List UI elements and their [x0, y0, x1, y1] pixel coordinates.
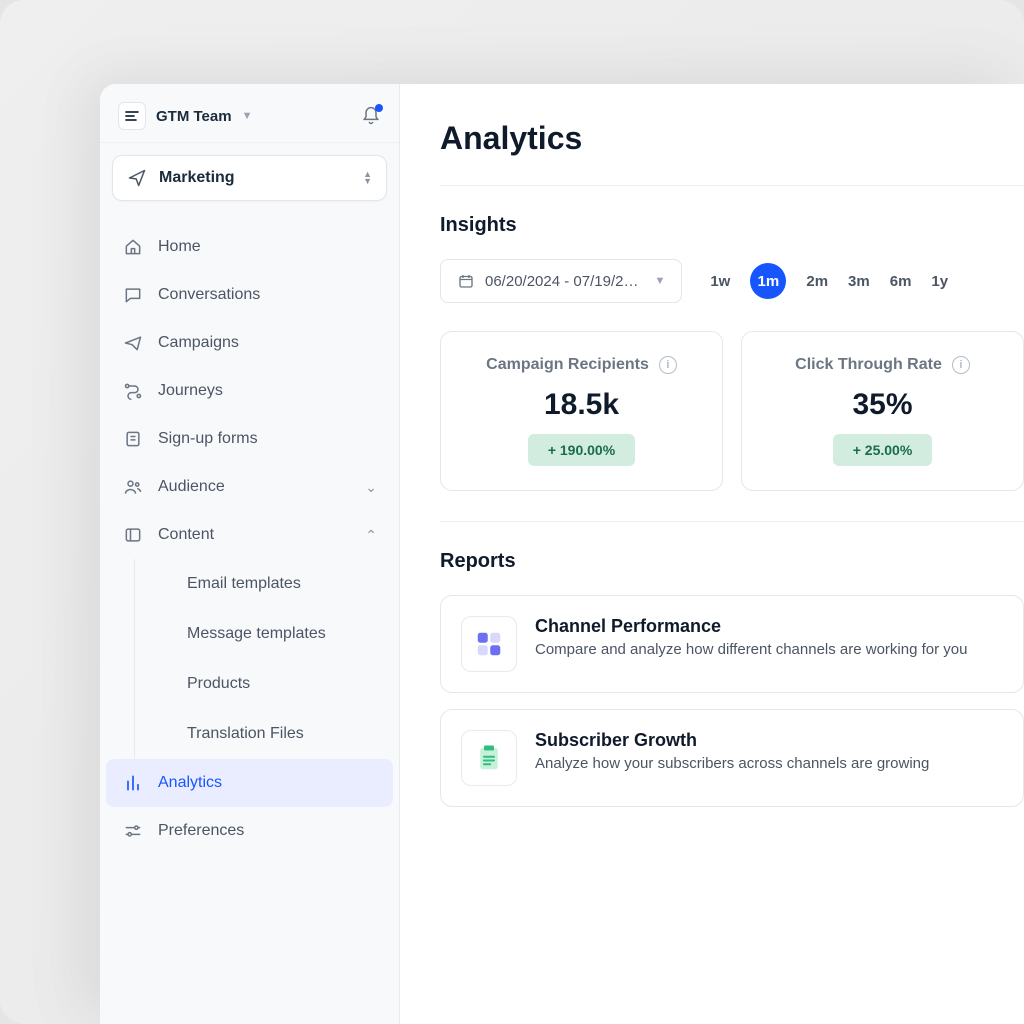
form-icon — [122, 429, 144, 449]
sidebar-item-preferences[interactable]: Preferences — [106, 807, 393, 855]
chevron-up-icon: ⌃ — [365, 527, 377, 544]
reports-heading: Reports — [440, 550, 1024, 573]
nav-label: Campaigns — [158, 334, 239, 352]
nav-label: Preferences — [158, 822, 244, 840]
card-value: 18.5k — [461, 388, 702, 422]
content-icon — [122, 525, 144, 545]
insight-cards: Campaign Recipients i 18.5k + 190.00% Cl… — [440, 331, 1024, 491]
nav-label: Content — [158, 526, 214, 544]
nav-label: Conversations — [158, 286, 260, 304]
sidebar: GTM Team ▼ Marketing ▲▼ Home Conversatio… — [100, 84, 400, 1024]
report-desc: Analyze how your subscribers across chan… — [535, 755, 1003, 772]
card-click-through-rate[interactable]: Click Through Rate i 35% + 25.00% — [741, 331, 1024, 491]
nav-label: Sign-up forms — [158, 430, 258, 448]
sidebar-subitem-email-templates[interactable]: Email templates — [175, 559, 393, 609]
card-campaign-recipients[interactable]: Campaign Recipients i 18.5k + 190.00% — [440, 331, 723, 491]
team-switcher[interactable]: GTM Team ▼ — [118, 102, 252, 130]
range-1m[interactable]: 1m — [750, 263, 786, 299]
range-1w[interactable]: 1w — [710, 273, 730, 290]
chevron-up-down-icon: ▲▼ — [363, 171, 372, 185]
chat-icon — [122, 285, 144, 305]
paper-plane-icon — [127, 168, 147, 188]
sidebar-item-conversations[interactable]: Conversations — [106, 271, 393, 319]
main-content: Analytics Insights 06/20/2024 - 07/19/2…… — [400, 84, 1024, 1024]
report-title: Channel Performance — [535, 616, 1003, 637]
range-selector: 1w 1m 2m 3m 6m 1y — [710, 263, 948, 299]
card-title: Campaign Recipients — [486, 356, 649, 374]
journey-icon — [122, 381, 144, 401]
nav-label: Home — [158, 238, 201, 256]
app-window: GTM Team ▼ Marketing ▲▼ Home Conversatio… — [100, 84, 1024, 1024]
workspace-selector[interactable]: Marketing ▲▼ — [112, 155, 387, 201]
sidebar-item-signup-forms[interactable]: Sign-up forms — [106, 415, 393, 463]
date-range-picker[interactable]: 06/20/2024 - 07/19/2… ▼ — [440, 259, 682, 303]
home-icon — [122, 237, 144, 257]
report-subscriber-growth[interactable]: Subscriber Growth Analyze how your subsc… — [440, 709, 1024, 807]
sidebar-item-home[interactable]: Home — [106, 223, 393, 271]
report-channel-performance[interactable]: Channel Performance Compare and analyze … — [440, 595, 1024, 693]
sidebar-item-campaigns[interactable]: Campaigns — [106, 319, 393, 367]
sidebar-header: GTM Team ▼ — [100, 84, 399, 143]
nav-label: Journeys — [158, 382, 223, 400]
range-3m[interactable]: 3m — [848, 273, 870, 290]
notification-dot — [375, 104, 383, 112]
page-title: Analytics — [440, 120, 1024, 157]
nav-label: Audience — [158, 478, 225, 496]
notifications-button[interactable] — [361, 106, 381, 126]
content-submenu: Email templates Message templates Produc… — [134, 559, 393, 759]
workspace-label: Marketing — [159, 169, 235, 187]
sidebar-item-audience[interactable]: Audience ⌄ — [106, 463, 393, 511]
caret-down-icon: ▼ — [242, 110, 253, 122]
users-icon — [122, 477, 144, 497]
caret-down-icon: ▼ — [654, 275, 665, 287]
range-2m[interactable]: 2m — [806, 273, 828, 290]
team-name: GTM Team — [156, 108, 232, 125]
info-icon[interactable]: i — [952, 356, 970, 374]
sidebar-subitem-products[interactable]: Products — [175, 659, 393, 709]
sidebar-item-content[interactable]: Content ⌃ — [106, 511, 393, 559]
date-range-text: 06/20/2024 - 07/19/2… — [485, 273, 638, 290]
chevron-down-icon: ⌄ — [365, 479, 377, 496]
sidebar-subitem-message-templates[interactable]: Message templates — [175, 609, 393, 659]
nav-label: Analytics — [158, 774, 222, 792]
range-1y[interactable]: 1y — [931, 273, 948, 290]
chart-icon — [122, 773, 144, 793]
divider — [440, 185, 1024, 186]
info-icon[interactable]: i — [659, 356, 677, 374]
card-delta: + 190.00% — [528, 434, 635, 466]
insights-heading: Insights — [440, 214, 1024, 237]
nav-list: Home Conversations Campaigns Journeys Si… — [100, 213, 399, 1024]
calendar-icon — [457, 272, 475, 290]
sidebar-subitem-translation-files[interactable]: Translation Files — [175, 709, 393, 759]
clipboard-icon — [461, 730, 517, 786]
card-delta: + 25.00% — [833, 434, 933, 466]
sliders-icon — [122, 821, 144, 841]
card-title: Click Through Rate — [795, 356, 942, 374]
report-title: Subscriber Growth — [535, 730, 1003, 751]
sidebar-item-analytics[interactable]: Analytics — [106, 759, 393, 807]
sidebar-item-journeys[interactable]: Journeys — [106, 367, 393, 415]
insights-controls: 06/20/2024 - 07/19/2… ▼ 1w 1m 2m 3m 6m 1… — [440, 259, 1024, 303]
send-icon — [122, 333, 144, 353]
range-6m[interactable]: 6m — [890, 273, 912, 290]
report-desc: Compare and analyze how different channe… — [535, 641, 1003, 658]
divider — [440, 521, 1024, 522]
grid-icon — [461, 616, 517, 672]
card-value: 35% — [762, 388, 1003, 422]
brand-logo-icon — [118, 102, 146, 130]
